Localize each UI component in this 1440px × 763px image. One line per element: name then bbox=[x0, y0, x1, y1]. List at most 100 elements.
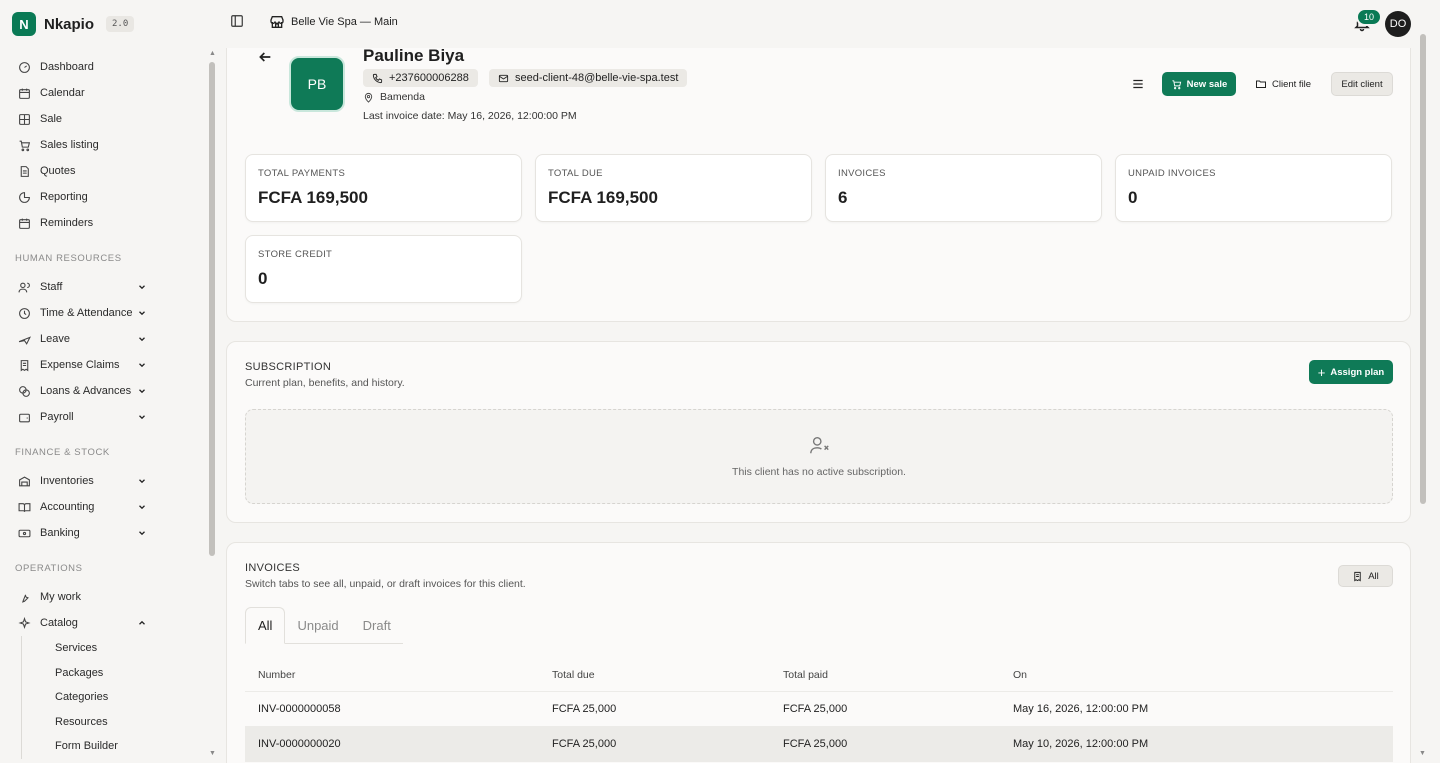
scroll-down-arrow[interactable]: ▼ bbox=[209, 750, 216, 757]
sidebar-item-accounting[interactable]: Accounting bbox=[0, 494, 208, 520]
sidebar-item-staff[interactable]: Staff bbox=[0, 274, 208, 300]
sidebar-item-time-attendance[interactable]: Time & Attendance bbox=[0, 300, 208, 326]
subscription-subtitle: Current plan, benefits, and history. bbox=[245, 377, 405, 389]
chevron-down-icon bbox=[139, 415, 145, 420]
edit-client-label: Edit client bbox=[1341, 78, 1383, 90]
edit-client-button[interactable]: Edit client bbox=[1331, 72, 1393, 96]
invoice-total-due: FCFA 25,000 bbox=[552, 738, 617, 750]
sidebar-subitem-packages[interactable]: Packages bbox=[0, 661, 208, 686]
stat-store-credit: STORE CREDIT 0 bbox=[245, 235, 522, 303]
assign-plan-button[interactable]: + Assign plan bbox=[1309, 360, 1393, 384]
sidebar-item-label: Inventories bbox=[40, 475, 94, 487]
user-x-icon bbox=[810, 436, 829, 454]
client-file-button[interactable]: Client file bbox=[1255, 78, 1311, 90]
sidebar-item-banking[interactable]: Banking bbox=[0, 520, 208, 546]
chevron-down-icon bbox=[139, 337, 145, 342]
table-row[interactable]: INV-0000000058 FCFA 25,000 FCFA 25,000 M… bbox=[245, 692, 1393, 727]
sidebar: N Nkapio 2.0 Dashboard Calendar Sale Sal… bbox=[0, 0, 218, 763]
sidebar-subitem-services[interactable]: Services bbox=[0, 636, 208, 661]
sidebar-subitem-form-builder[interactable]: Form Builder bbox=[0, 734, 208, 759]
sidebar-item-dashboard[interactable]: Dashboard bbox=[0, 54, 208, 80]
wallet-icon bbox=[19, 413, 30, 422]
grid-icon bbox=[19, 113, 30, 125]
chevron-down-icon bbox=[139, 389, 145, 394]
sidebar-item-quotes[interactable]: Quotes bbox=[0, 158, 208, 184]
section-human-resources: HUMAN RESOURCES bbox=[15, 253, 122, 264]
sidebar-item-my-work[interactable]: My work bbox=[0, 584, 208, 610]
invoices-table: Number Total due Total paid On INV-00000… bbox=[245, 658, 1393, 762]
email-chip[interactable]: seed-client-48@belle-vie-spa.test bbox=[489, 69, 688, 87]
sidebar-item-loans-advances[interactable]: Loans & Advances bbox=[0, 378, 208, 404]
invoice-filter-button[interactable]: All bbox=[1338, 565, 1393, 587]
tab-unpaid[interactable]: Unpaid bbox=[285, 607, 350, 644]
sidebar-item-sale[interactable]: Sale bbox=[0, 106, 208, 132]
clock-icon bbox=[19, 307, 30, 319]
sidebar-item-inventories[interactable]: Inventories bbox=[0, 468, 208, 494]
sidebar-item-reminders[interactable]: Reminders bbox=[0, 210, 208, 236]
table-row[interactable]: INV-0000000020 FCFA 25,000 FCFA 25,000 M… bbox=[245, 727, 1393, 762]
column-header[interactable]: On bbox=[1013, 669, 1027, 681]
invoice-total-paid: FCFA 25,000 bbox=[783, 703, 848, 715]
invoice-date: May 10, 2026, 12:00:00 PM bbox=[1013, 738, 1149, 750]
warehouse-icon bbox=[19, 476, 30, 486]
column-header[interactable]: Number bbox=[258, 669, 295, 681]
tab-draft[interactable]: Draft bbox=[351, 607, 403, 644]
user-avatar[interactable]: DO bbox=[1385, 11, 1411, 37]
mail-icon bbox=[498, 74, 509, 82]
main-scroll-down-arrow[interactable]: ▼ bbox=[1419, 750, 1426, 757]
menu-icon[interactable] bbox=[1131, 77, 1145, 91]
column-header[interactable]: Total paid bbox=[783, 669, 828, 681]
column-header[interactable]: Total due bbox=[552, 669, 595, 681]
folder-icon bbox=[1256, 80, 1266, 88]
section-finance-stock: FINANCE & STOCK bbox=[15, 447, 110, 458]
sidebar-toggle-icon[interactable] bbox=[230, 14, 244, 28]
sidebar-item-reporting[interactable]: Reporting bbox=[0, 184, 208, 210]
plus-icon: + bbox=[1317, 364, 1326, 380]
sidebar-scrollbar[interactable] bbox=[209, 62, 215, 556]
top-bar: Belle Vie Spa — Main 10 DO bbox=[218, 0, 1440, 48]
store-selector[interactable]: Belle Vie Spa — Main bbox=[269, 14, 398, 30]
dashboard-icon bbox=[19, 61, 30, 73]
sidebar-nav: Dashboard Calendar Sale Sales listing Qu… bbox=[0, 54, 208, 759]
catalog-submenu: Services Packages Categories Resources F… bbox=[0, 636, 208, 759]
sidebar-item-expense-claims[interactable]: Expense Claims bbox=[0, 352, 208, 378]
sidebar-item-label: Staff bbox=[40, 281, 63, 293]
client-avatar: PB bbox=[289, 56, 345, 112]
section-operations: OPERATIONS bbox=[15, 563, 83, 574]
back-arrow-icon[interactable] bbox=[257, 49, 273, 65]
location-text: Bamenda bbox=[380, 91, 425, 103]
main-scrollbar[interactable] bbox=[1420, 34, 1426, 504]
stat-value: FCFA 169,500 bbox=[548, 188, 658, 207]
calendar-check-icon bbox=[19, 218, 30, 229]
sidebar-item-calendar[interactable]: Calendar bbox=[0, 80, 208, 106]
scroll-up-arrow[interactable]: ▲ bbox=[209, 50, 216, 57]
coins-icon bbox=[19, 385, 30, 397]
sidebar-item-label: Leave bbox=[40, 333, 70, 345]
chevron-down-icon bbox=[139, 363, 145, 368]
subscription-empty-state: This client has no active subscription. bbox=[245, 409, 1393, 504]
sidebar-item-label: Reminders bbox=[40, 217, 94, 229]
sidebar-item-payroll[interactable]: Payroll bbox=[0, 404, 208, 430]
app-name: Nkapio bbox=[44, 15, 95, 33]
sidebar-subitem-categories[interactable]: Categories bbox=[0, 685, 208, 710]
store-name: Belle Vie Spa — Main bbox=[291, 16, 398, 28]
sidebar-item-label: Quotes bbox=[40, 165, 76, 177]
sidebar-item-sales-listing[interactable]: Sales listing bbox=[0, 132, 208, 158]
invoices-title: INVOICES bbox=[245, 562, 300, 574]
stat-value: 0 bbox=[258, 269, 268, 288]
brand[interactable]: N Nkapio 2.0 bbox=[12, 12, 135, 36]
sidebar-subitem-resources[interactable]: Resources bbox=[0, 710, 208, 735]
sidebar-item-catalog[interactable]: Catalog bbox=[0, 610, 208, 636]
client-name: Pauline Biya bbox=[363, 48, 465, 65]
stat-total-payments: TOTAL PAYMENTS FCFA 169,500 bbox=[245, 154, 522, 222]
sidebar-item-leave[interactable]: Leave bbox=[0, 326, 208, 352]
tab-all[interactable]: All bbox=[245, 607, 286, 644]
sidebar-item-label: Banking bbox=[40, 527, 80, 539]
chevron-down-icon bbox=[139, 531, 145, 536]
invoice-total-paid: FCFA 25,000 bbox=[783, 738, 848, 750]
invoices-card: INVOICES Switch tabs to see all, unpaid,… bbox=[226, 542, 1411, 763]
filter-label: All bbox=[1368, 570, 1379, 582]
new-sale-button[interactable]: New sale bbox=[1162, 72, 1236, 96]
phone-chip[interactable]: +237600006288 bbox=[363, 69, 478, 87]
stat-value: 0 bbox=[1128, 188, 1138, 207]
